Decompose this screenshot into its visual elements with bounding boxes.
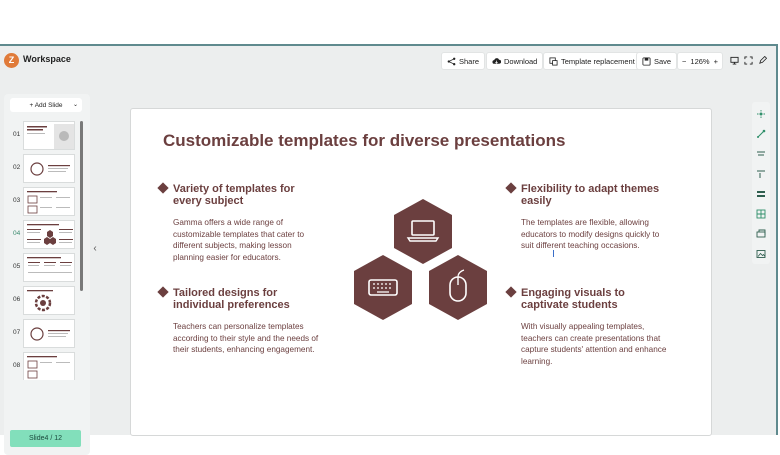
slide-sidebar: + Add Slide ⌄ 01 02 03 04 05 06 07 08 Sl…: [4, 94, 90, 455]
add-element-icon[interactable]: [756, 109, 766, 119]
slide-thumbnail-list: 01 02 03 04 05 06 07 08: [4, 121, 84, 380]
zoom-control: − 126% +: [677, 52, 723, 70]
edit-pen-icon[interactable]: [758, 56, 767, 65]
feature-text: Gamma offers a wide range of customizabl…: [173, 218, 305, 262]
share-button[interactable]: Share: [441, 52, 486, 70]
thumbnail-card[interactable]: [23, 154, 75, 183]
laptop-icon: [394, 199, 452, 264]
diamond-bullet-icon: [157, 182, 169, 194]
template-label: Template replacement: [561, 56, 635, 66]
share-label: Share: [459, 56, 480, 66]
thumbnail-card[interactable]: [23, 220, 75, 249]
slide-counter: Slide4 / 12: [10, 430, 81, 447]
hexagon-icon-group[interactable]: [353, 197, 489, 325]
workspace-label[interactable]: Workspace: [23, 54, 71, 64]
slide-thumbnail-05[interactable]: 05: [4, 253, 84, 283]
add-slide-label: + Add Slide: [29, 101, 63, 109]
slide-thumbnail-04[interactable]: 04: [4, 220, 84, 250]
diamond-bullet-icon: [157, 286, 169, 298]
slide-thumbnail-06[interactable]: 06: [4, 286, 84, 316]
save-label: Save: [654, 56, 672, 66]
slide-number: 02: [13, 164, 21, 171]
slide-number: 07: [13, 329, 21, 336]
thumbnail-card[interactable]: [23, 253, 75, 282]
slide-number: 05: [13, 263, 21, 270]
feature-heading: Flexibility to adapt themes easily: [505, 182, 670, 207]
diamond-bullet-icon: [505, 286, 517, 298]
slide-thumbnail-08[interactable]: 08: [4, 352, 84, 380]
zoom-value: 126%: [690, 56, 710, 66]
slide-number: 06: [13, 296, 21, 303]
feature-text: The templates are flexible, allowing edu…: [521, 218, 660, 250]
mouse-icon: [429, 255, 487, 320]
thumbnail-card[interactable]: [23, 187, 75, 216]
feature-heading: Variety of templates for every subject: [157, 182, 322, 207]
thumbnail-card[interactable]: [23, 286, 75, 315]
zoom-in-button[interactable]: +: [714, 57, 718, 66]
right-tool-palette: [752, 102, 770, 264]
diamond-bullet-icon: [505, 182, 517, 194]
slide-canvas[interactable]: Customizable templates for diverse prese…: [130, 108, 712, 436]
columns-icon[interactable]: [756, 209, 766, 219]
download-button[interactable]: Download: [486, 52, 544, 70]
slide-thumbnail-07[interactable]: 07: [4, 319, 84, 349]
keyboard-icon: [354, 255, 412, 320]
workspace-logo[interactable]: Z: [4, 53, 19, 68]
feature-block-4[interactable]: Engaging visuals to captivate students W…: [505, 286, 670, 367]
present-icon[interactable]: [730, 56, 739, 65]
chevron-down-icon[interactable]: ⌄: [73, 101, 78, 108]
slide-number: 04: [13, 230, 21, 237]
text-align-icon[interactable]: [756, 149, 766, 159]
feature-block-2[interactable]: Tailored designs for individual preferen…: [157, 286, 322, 356]
heading-layout-icon[interactable]: [756, 169, 766, 179]
thumbnail-scrollbar[interactable]: [80, 121, 83, 291]
zoom-out-button[interactable]: −: [682, 57, 686, 66]
cloud-download-icon: [492, 57, 501, 64]
section-layout-icon[interactable]: [756, 189, 766, 199]
feature-heading: Tailored designs for individual preferen…: [157, 286, 322, 311]
slide-number: 03: [13, 197, 21, 204]
feature-text: With visually appealing templates, teach…: [521, 322, 667, 366]
slide-thumbnail-02[interactable]: 02: [4, 154, 84, 184]
editor-window: Z Workspace Share Download Template repl…: [0, 44, 778, 455]
card-layout-icon[interactable]: [756, 229, 766, 239]
save-button[interactable]: Save: [636, 52, 678, 70]
top-blank-area: [0, 0, 780, 44]
sparkle-icon[interactable]: [756, 129, 766, 139]
top-toolbar: Z Workspace Share Download Template repl…: [0, 46, 776, 76]
image-icon[interactable]: [756, 249, 766, 259]
download-label: Download: [504, 56, 538, 66]
text-cursor: [553, 250, 554, 257]
add-slide-button[interactable]: + Add Slide ⌄: [10, 98, 82, 112]
slide-thumbnail-01[interactable]: 01: [4, 121, 84, 151]
collapse-sidebar-chevron-icon[interactable]: ‹: [90, 236, 100, 262]
slide-title[interactable]: Customizable templates for diverse prese…: [163, 131, 565, 151]
thumbnail-card[interactable]: [23, 121, 75, 150]
feature-block-3[interactable]: Flexibility to adapt themes easily The t…: [505, 182, 670, 252]
template-icon: [549, 56, 558, 66]
template-replacement-button[interactable]: Template replacement: [543, 52, 641, 70]
feature-text: Teachers can personalize templates accor…: [173, 322, 319, 354]
thumbnail-card[interactable]: [23, 319, 75, 348]
feature-block-1[interactable]: Variety of templates for every subject G…: [157, 182, 322, 263]
slide-number: 01: [13, 131, 21, 138]
slide-number: 08: [13, 362, 21, 369]
fullscreen-icon[interactable]: [744, 56, 753, 65]
feature-heading: Engaging visuals to captivate students: [505, 286, 670, 311]
save-icon: [642, 56, 651, 66]
slide-thumbnail-03[interactable]: 03: [4, 187, 84, 217]
thumbnail-card[interactable]: [23, 352, 75, 380]
share-icon: [447, 57, 456, 65]
